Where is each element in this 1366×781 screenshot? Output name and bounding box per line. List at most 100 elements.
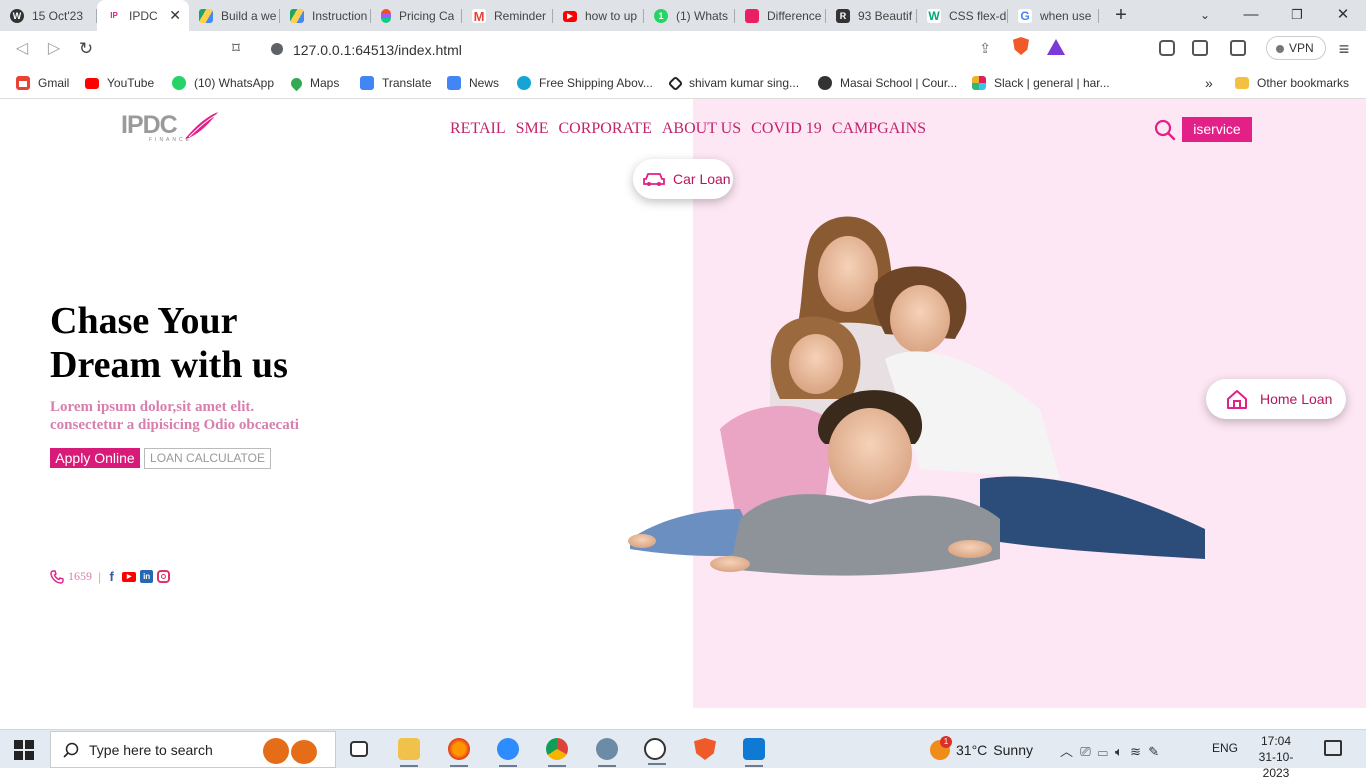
chrome-icon[interactable]: [546, 738, 568, 767]
input-language[interactable]: ENG: [1212, 741, 1238, 755]
vscode-icon[interactable]: [743, 738, 765, 767]
tab[interactable]: Build a we: [189, 4, 280, 28]
nav-about-us[interactable]: ABOUT US: [662, 120, 741, 138]
tab[interactable]: M Reminder: [462, 4, 553, 28]
news-icon: [447, 76, 461, 90]
bookmark-icon[interactable]: ⌑: [226, 39, 246, 59]
restore-icon[interactable]: ❐: [1282, 4, 1312, 26]
bookmark-maps[interactable]: Maps: [288, 74, 339, 92]
pen-icon[interactable]: ✎: [1148, 744, 1159, 759]
wifi-icon[interactable]: ≋: [1130, 744, 1141, 759]
close-window-icon[interactable]: ✕: [1328, 4, 1358, 26]
main-nav: RETAIL SME CORPORATE ABOUT US COVID 19 C…: [450, 120, 936, 138]
file-explorer-icon[interactable]: [398, 738, 420, 767]
weather-widget[interactable]: 1 31°C Sunny: [930, 736, 1033, 760]
vpn-button[interactable]: VPN: [1266, 36, 1326, 60]
minimize-icon[interactable]: —: [1236, 4, 1266, 26]
tab[interactable]: ▶ how to up: [553, 4, 644, 28]
home-loan-button[interactable]: Home Loan: [1206, 379, 1346, 419]
tab[interactable]: W 15 Oct'23: [0, 4, 97, 28]
brave-rewards-icon[interactable]: [1047, 39, 1065, 55]
back-icon[interactable]: ◁: [12, 39, 32, 59]
search-icon[interactable]: [1154, 119, 1176, 141]
tab-active[interactable]: IP IPDC ✕: [97, 0, 189, 31]
wordpress-icon: W: [10, 9, 24, 23]
site-info-icon[interactable]: [271, 43, 283, 55]
bookmarks-overflow-button[interactable]: »: [1205, 74, 1213, 92]
show-hidden-icons-icon[interactable]: ︿: [1060, 744, 1073, 759]
close-tab-icon[interactable]: ✕: [169, 7, 181, 24]
youtube-icon: [85, 77, 99, 89]
youtube-icon: ▶: [563, 10, 577, 22]
tab[interactable]: R 93 Beautif: [826, 4, 917, 28]
volume-icon[interactable]: 🔈︎: [1115, 744, 1123, 759]
url-text[interactable]: 127.0.0.1:64513/index.html: [293, 42, 462, 58]
address-bar[interactable]: 127.0.0.1:64513/index.html ⇪: [258, 35, 1074, 62]
hero-subtitle: Lorem ipsum dolor,sit amet elit. consect…: [50, 399, 299, 433]
apply-online-button[interactable]: Apply Online: [50, 448, 140, 468]
clock[interactable]: 17:04 31-10-2023: [1246, 733, 1306, 781]
extensions-icon[interactable]: [1159, 40, 1175, 56]
bookmark-masai[interactable]: Masai School | Cour...: [818, 74, 957, 92]
hero-title: Chase Your Dream with us: [50, 300, 288, 386]
nav-covid-19[interactable]: COVID 19: [751, 120, 822, 138]
search-icon: [63, 742, 79, 758]
bookmark-slack[interactable]: Slack | general | har...: [972, 74, 1110, 92]
iservice-button[interactable]: iservice: [1182, 117, 1252, 142]
bookmark-news[interactable]: News: [447, 74, 499, 92]
bookmark-whatsapp[interactable]: (10) WhatsApp: [172, 74, 274, 92]
gmail-icon: M: [472, 8, 486, 24]
reload-icon[interactable]: ↻: [76, 39, 96, 59]
tab[interactable]: Difference: [735, 4, 826, 28]
windows-start-icon[interactable]: [14, 740, 34, 760]
tab[interactable]: Pricing Ca: [371, 4, 462, 28]
bookmark-gmail[interactable]: Gmail: [16, 74, 69, 92]
figma-icon: [381, 9, 391, 23]
bookmark-translate[interactable]: Translate: [360, 74, 432, 92]
tab[interactable]: Instruction: [280, 4, 371, 28]
facebook-icon[interactable]: f: [105, 569, 119, 584]
brave-icon[interactable]: [694, 738, 716, 760]
ipdc-logo[interactable]: IPDC FINANCE: [121, 109, 221, 143]
youtube-icon[interactable]: ▶: [122, 571, 137, 582]
edge-icon[interactable]: [596, 738, 618, 767]
cube-icon: [745, 9, 759, 23]
nav-sme[interactable]: SME: [516, 120, 549, 138]
tab-search-icon[interactable]: ⌄: [1190, 4, 1220, 26]
nav-campaigns[interactable]: CAMPGAINS: [832, 120, 926, 138]
taskbar-search-box[interactable]: Type here to search: [50, 731, 336, 768]
meet-now-icon[interactable]: ⎚: [1080, 744, 1090, 759]
folder-icon: [1235, 77, 1249, 89]
nav-corporate[interactable]: CORPORATE: [559, 120, 652, 138]
tab[interactable]: G when use: [1008, 4, 1099, 28]
cypress-icon[interactable]: [644, 738, 666, 765]
linkedin-icon[interactable]: in: [140, 570, 154, 583]
bookmark-myntra[interactable]: Free Shipping Abov...: [517, 74, 653, 92]
task-view-icon[interactable]: [350, 741, 368, 757]
divider: |: [98, 569, 102, 584]
other-bookmarks-folder[interactable]: Other bookmarks: [1235, 74, 1349, 92]
instagram-icon[interactable]: [157, 570, 171, 583]
contact-row: 1659 | f ▶ in: [50, 569, 171, 584]
new-tab-icon[interactable]: +: [1106, 4, 1136, 26]
notifications-icon[interactable]: [1324, 740, 1342, 756]
masai-icon: [818, 76, 832, 90]
forward-icon[interactable]: ▷: [44, 39, 64, 59]
wallet-icon[interactable]: [1230, 40, 1246, 56]
tab[interactable]: W CSS flex-d: [917, 4, 1008, 28]
tab[interactable]: 1 (1) Whats: [644, 4, 735, 28]
nav-retail[interactable]: RETAIL: [450, 120, 506, 138]
hotline-number[interactable]: 1659: [68, 569, 92, 584]
firefox-icon[interactable]: [448, 738, 470, 767]
home-icon: [1227, 390, 1247, 409]
loan-calculator-button[interactable]: LOAN CALCULATOE: [144, 448, 271, 469]
car-loan-button[interactable]: Car Loan: [633, 159, 733, 199]
weather-badge: 1: [940, 736, 952, 748]
bookmark-github[interactable]: shivam kumar sing...: [667, 74, 799, 92]
share-icon[interactable]: ⇪: [979, 40, 991, 57]
bookmark-youtube[interactable]: YouTube: [85, 74, 154, 92]
battery-icon[interactable]: ▭: [1098, 744, 1108, 759]
menu-icon[interactable]: ≡: [1334, 39, 1354, 59]
zoom-icon[interactable]: [497, 738, 519, 767]
sidebar-icon[interactable]: [1192, 40, 1208, 56]
